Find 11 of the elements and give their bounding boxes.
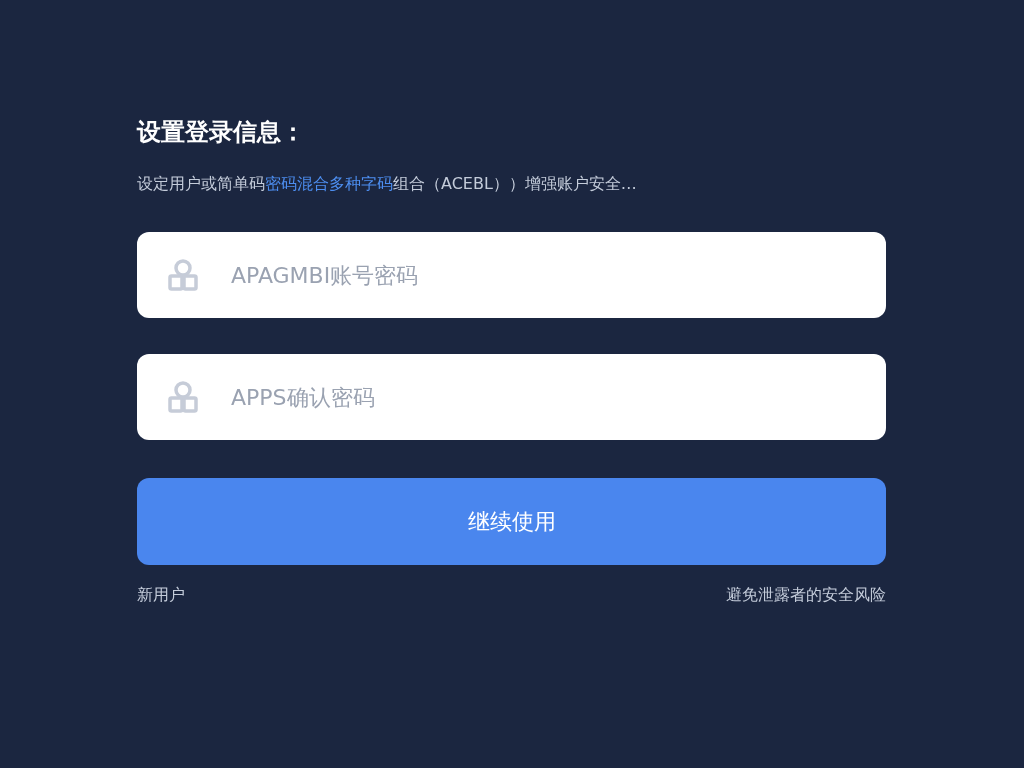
new-user-link[interactable]: 新用户 — [137, 585, 185, 606]
continue-button[interactable]: 继续使用 — [137, 478, 886, 565]
lock-icon — [167, 258, 199, 292]
lock-icon — [167, 380, 199, 414]
text-field[interactable]: APPS确认密码 — [137, 354, 886, 440]
form-title: 设置登录信息： — [137, 117, 306, 148]
security-note: 避免泄露者的安全风险 — [726, 585, 886, 606]
input-field[interactable]: APPS确认密码 — [229, 383, 856, 411]
text-field[interactable]: APAGMBI账号密码 — [137, 232, 886, 318]
input-field[interactable]: APAGMBI账号密码 — [229, 261, 856, 289]
description-text: 设定用户或简单码密码混合多种字码组合（ACEBL））增强账户安全… — [137, 173, 638, 195]
